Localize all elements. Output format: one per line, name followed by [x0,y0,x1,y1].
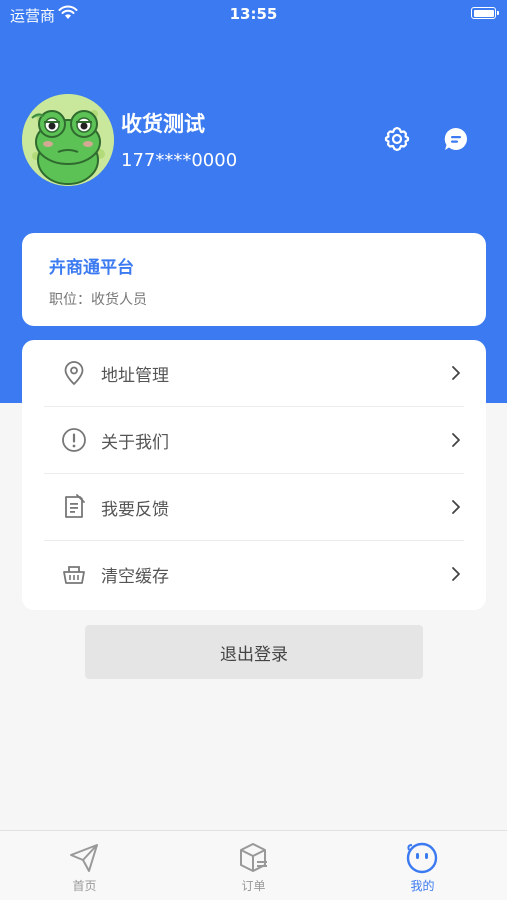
gear-icon [384,126,410,152]
paper-plane-icon [70,844,98,872]
box-icon [240,843,267,872]
frog-avatar-icon [22,94,114,186]
tab-bar: 首页 订单 我的 [0,830,507,900]
tab-mine[interactable]: 我的 [338,831,507,900]
status-bar: 运营商 13:55 [0,0,507,28]
user-phone: 177****0000 [121,150,238,171]
job-position: 职位：收货人员 [49,292,147,308]
logout-button[interactable]: 退出登录 [85,625,423,679]
location-pin-icon [64,361,84,386]
info-circle-icon [62,428,86,452]
settings-button[interactable] [382,124,412,154]
menu-item-label: 清空缓存 [101,567,169,587]
company-card: 卉商通平台 职位：收货人员 [22,233,486,326]
tab-label: 我的 [410,879,435,893]
menu-item-label: 我要反馈 [101,500,169,520]
tab-label: 首页 [72,879,97,893]
battery-icon [471,7,499,19]
feedback-note-icon [65,494,85,518]
company-name: 卉商通平台 [49,258,134,278]
user-name: 收货测试 [121,112,205,136]
tab-label: 订单 [241,879,266,893]
tab-home[interactable]: 首页 [0,831,169,900]
basket-icon [63,566,85,584]
menu-item-feedback[interactable]: 我要反馈 [44,474,464,541]
chevron-right-icon [452,433,460,447]
menu-item-address[interactable]: 地址管理 [44,340,464,407]
menu-list: 地址管理 关于我们 我要反馈 清空缓存 [22,340,486,610]
smiley-face-icon [406,842,438,874]
menu-item-clear-cache[interactable]: 清空缓存 [44,541,464,608]
chat-icon [444,127,467,150]
chevron-right-icon [452,567,460,581]
message-button[interactable] [441,124,471,154]
avatar[interactable] [22,94,114,186]
menu-item-label: 关于我们 [101,433,169,453]
menu-item-about[interactable]: 关于我们 [44,407,464,474]
tab-orders[interactable]: 订单 [169,831,338,900]
status-time: 13:55 [229,5,278,23]
menu-item-label: 地址管理 [101,366,169,386]
chevron-right-icon [452,366,460,380]
chevron-right-icon [452,500,460,514]
